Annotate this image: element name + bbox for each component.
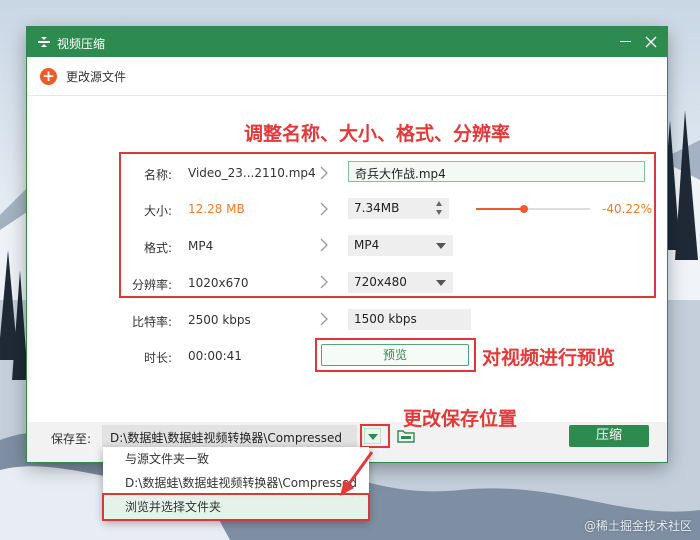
change-source-button[interactable]: + 更改源文件 xyxy=(40,66,126,86)
watermark: @稀土掘金技术社区 xyxy=(583,519,692,533)
highlight-preview-box xyxy=(315,338,476,372)
highlight-settings-box xyxy=(119,152,656,298)
save-path-field[interactable]: D:\数据蛙\数据蛙视频转换器\Compressed xyxy=(102,425,357,447)
highlight-dropdown-box xyxy=(360,424,390,448)
divider xyxy=(27,95,667,96)
compress-icon xyxy=(38,37,50,47)
annotation-adjust: 调整名称、大小、格式、分辨率 xyxy=(244,123,511,145)
source-duration: 00:00:41 xyxy=(188,349,242,363)
dropdown-option-compressed-path[interactable]: D:\数据蛙\数据蛙视频转换器\Compressed xyxy=(103,471,369,495)
source-bitrate: 2500 kbps xyxy=(188,313,251,327)
annotation-preview: 对视频进行预览 xyxy=(482,347,616,369)
dropdown-option-same-folder[interactable]: 与源文件夹一致 xyxy=(103,447,369,471)
annotation-arrow-icon xyxy=(340,451,374,496)
minimize-icon[interactable] xyxy=(620,41,631,42)
close-icon[interactable] xyxy=(643,34,659,50)
add-icon: + xyxy=(40,67,57,85)
bitrate-label: 比特率: xyxy=(131,315,172,329)
compress-button[interactable]: 压缩 xyxy=(569,425,649,447)
save-to-label: 保存至: xyxy=(51,432,92,446)
duration-label: 时长: xyxy=(143,351,172,365)
output-bitrate-field[interactable]: 1500 kbps xyxy=(348,309,471,330)
change-source-label: 更改源文件 xyxy=(66,69,127,84)
chevron-right-icon xyxy=(320,312,328,326)
annotation-save: 更改保存位置 xyxy=(403,408,518,430)
title-bar[interactable]: 视频压缩 xyxy=(27,27,667,57)
highlight-browse-option xyxy=(102,493,370,521)
window-title: 视频压缩 xyxy=(57,37,106,51)
